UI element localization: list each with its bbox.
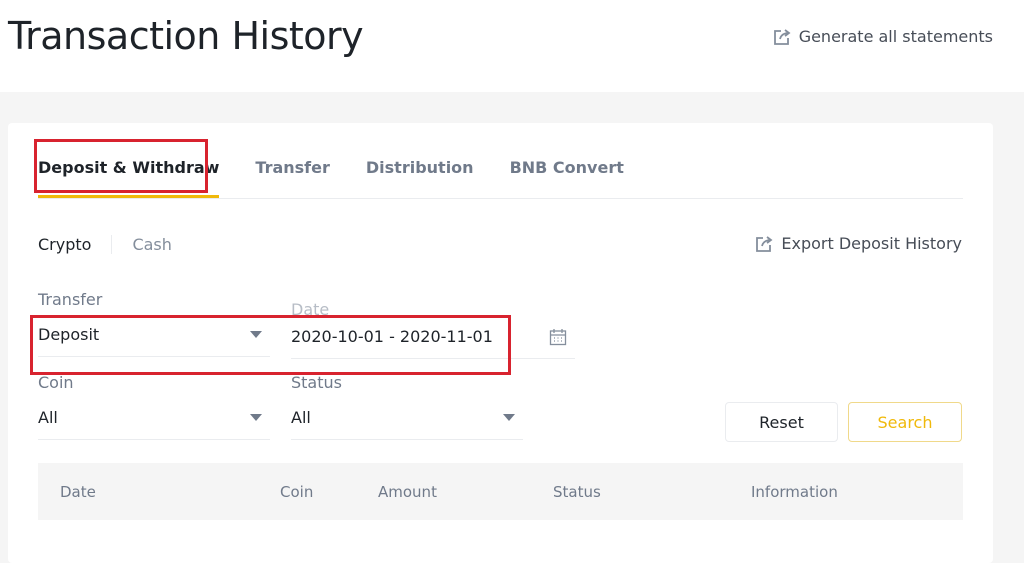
tab-distribution[interactable]: Distribution [366,153,474,198]
transfer-label: Transfer [38,290,103,309]
history-card: Deposit & Withdraw Transfer Distribution… [8,123,993,563]
status-value: All [291,408,311,427]
tab-transfer[interactable]: Transfer [255,153,329,198]
caret-down-icon [250,414,262,421]
coin-label: Coin [38,373,74,392]
tab-bnb-convert[interactable]: BNB Convert [510,153,624,198]
coin-value: All [38,408,58,427]
subtab-cash[interactable]: Cash [112,235,171,254]
subtab-crypto[interactable]: Crypto [38,235,113,254]
column-date: Date [60,483,96,501]
calendar-icon[interactable] [549,328,567,346]
highlight-box-filters [30,315,511,375]
export-deposit-history-label: Export Deposit History [781,234,962,253]
export-icon [773,28,791,45]
column-coin: Coin [280,483,314,501]
export-deposit-history-link[interactable]: Export Deposit History [755,234,962,253]
export-icon [756,235,773,252]
caret-down-icon [503,414,515,421]
highlight-box-tab [34,139,208,193]
generate-statements-link[interactable]: Generate all statements [773,27,993,46]
asset-type-switch: Crypto Cash [38,235,172,254]
column-status: Status [553,483,601,501]
status-select[interactable]: All [291,396,523,440]
table-header: Date Coin Amount Status Information [38,463,963,520]
reset-button[interactable]: Reset [725,402,838,442]
generate-statements-label: Generate all statements [798,27,993,46]
page-header: Transaction History Generate all stateme… [0,0,1024,92]
search-button[interactable]: Search [848,402,962,442]
page-title: Transaction History [8,14,364,58]
coin-select[interactable]: All [38,396,270,440]
column-information: Information [751,483,838,501]
column-amount: Amount [378,483,437,501]
status-label: Status [291,373,342,392]
